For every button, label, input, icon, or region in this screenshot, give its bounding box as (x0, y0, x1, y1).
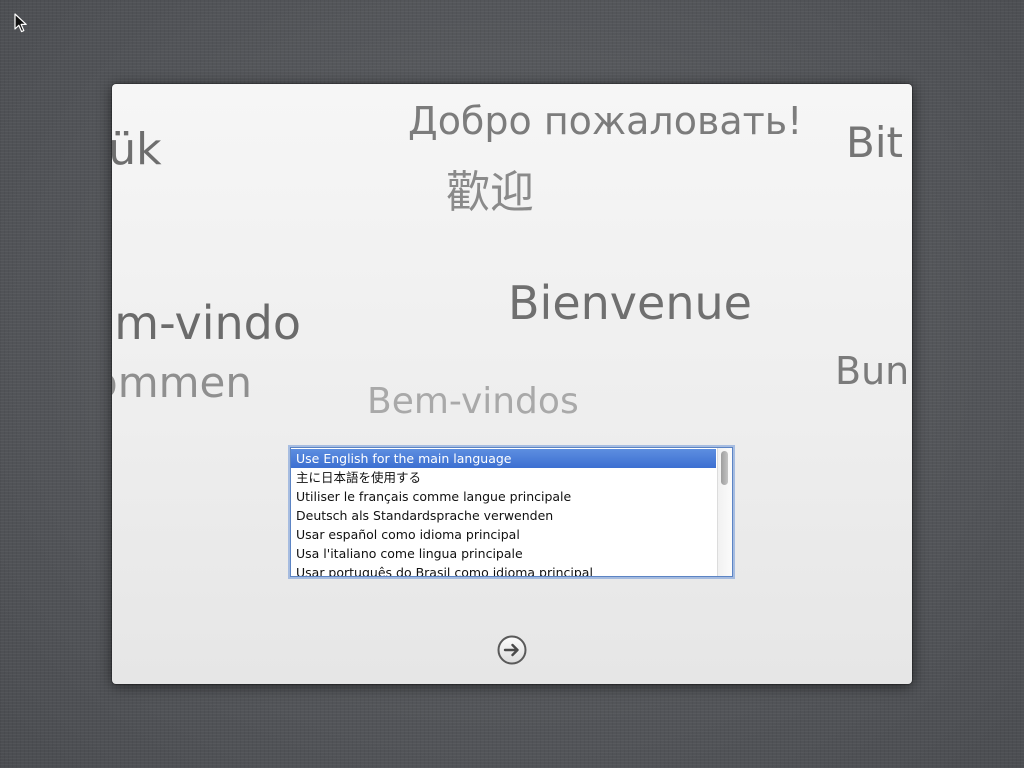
greeting-french: Bienvenue (508, 276, 752, 330)
mouse-pointer-icon (14, 13, 27, 33)
welcome-panel: Добро пожаловать! 歡迎 jük Bit Bienvenue e… (112, 84, 912, 684)
language-list[interactable]: Use English for the main language 主に日本語を… (290, 447, 733, 577)
greeting-german: ommen (112, 358, 252, 407)
language-item-english[interactable]: Use English for the main language (291, 449, 716, 468)
language-list-rows: Use English for the main language 主に日本語を… (291, 449, 716, 576)
greeting-chinese: 歡迎 (446, 167, 534, 218)
scrollbar-thumb[interactable] (721, 451, 728, 485)
greeting-portuguese: em-vindo (112, 296, 301, 350)
language-list-scrollbar[interactable] (717, 448, 732, 576)
greeting-portuguese-brazil: Bem-vindos (367, 381, 579, 422)
language-item-japanese[interactable]: 主に日本語を使用する (291, 468, 716, 487)
greeting-hungarian: jük (112, 124, 162, 175)
language-item-french[interactable]: Utiliser le français comme langue princi… (291, 487, 716, 506)
language-item-italian[interactable]: Usa l'italiano come lingua principale (291, 544, 716, 563)
language-item-spanish[interactable]: Usar español como idioma principal (291, 525, 716, 544)
greeting-romanian: Bun (835, 349, 910, 393)
language-item-german[interactable]: Deutsch als Standardsprache verwenden (291, 506, 716, 525)
greeting-russian: Добро пожаловать! (408, 99, 803, 143)
language-item-portuguese-brazil[interactable]: Usar português do Brasil como idioma pri… (291, 563, 716, 576)
greeting-vietnamese: Bit (846, 118, 903, 167)
continue-arrow-icon[interactable] (496, 634, 528, 666)
